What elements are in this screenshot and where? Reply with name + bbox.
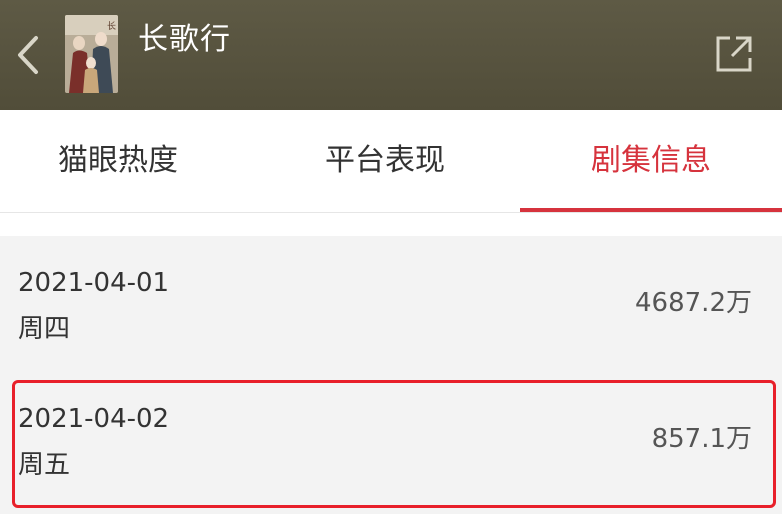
share-external-icon (716, 36, 752, 72)
item-date: 2021-04-01 (18, 268, 170, 298)
episode-data-list: 2021-04-01 周四 4687.2万 2021-04-02 周五 857.… (0, 236, 782, 514)
item-weekday: 周五 (18, 450, 71, 480)
app-page: 长 长歌行 猫眼热度 平台表现 剧集信息 2021-04-01 周四 4687.… (0, 0, 782, 514)
top-bar: 长 长歌行 (0, 0, 782, 110)
share-button[interactable] (712, 32, 756, 76)
item-value: 4687.2万 (635, 288, 752, 318)
poster-image: 长 (65, 15, 118, 93)
list-item[interactable]: 2021-04-02 周五 857.1万 (0, 386, 782, 514)
item-value: 857.1万 (651, 424, 752, 454)
tab-episode-info[interactable]: 剧集信息 (520, 110, 782, 212)
back-button[interactable] (10, 30, 50, 80)
tab-maoyan-heat[interactable]: 猫眼热度 (0, 110, 236, 212)
page-title: 长歌行 (138, 22, 231, 57)
tab-bar: 猫眼热度 平台表现 剧集信息 (0, 110, 782, 213)
list-item[interactable]: 2021-04-01 周四 4687.2万 (0, 250, 782, 380)
svg-text:长: 长 (107, 20, 116, 32)
active-tab-indicator (520, 208, 782, 212)
tab-platform-performance[interactable]: 平台表现 (260, 110, 510, 212)
chevron-left-icon (18, 36, 38, 74)
item-weekday: 周四 (18, 314, 71, 344)
drama-poster[interactable]: 长 (65, 15, 118, 93)
item-date: 2021-04-02 (18, 404, 170, 434)
